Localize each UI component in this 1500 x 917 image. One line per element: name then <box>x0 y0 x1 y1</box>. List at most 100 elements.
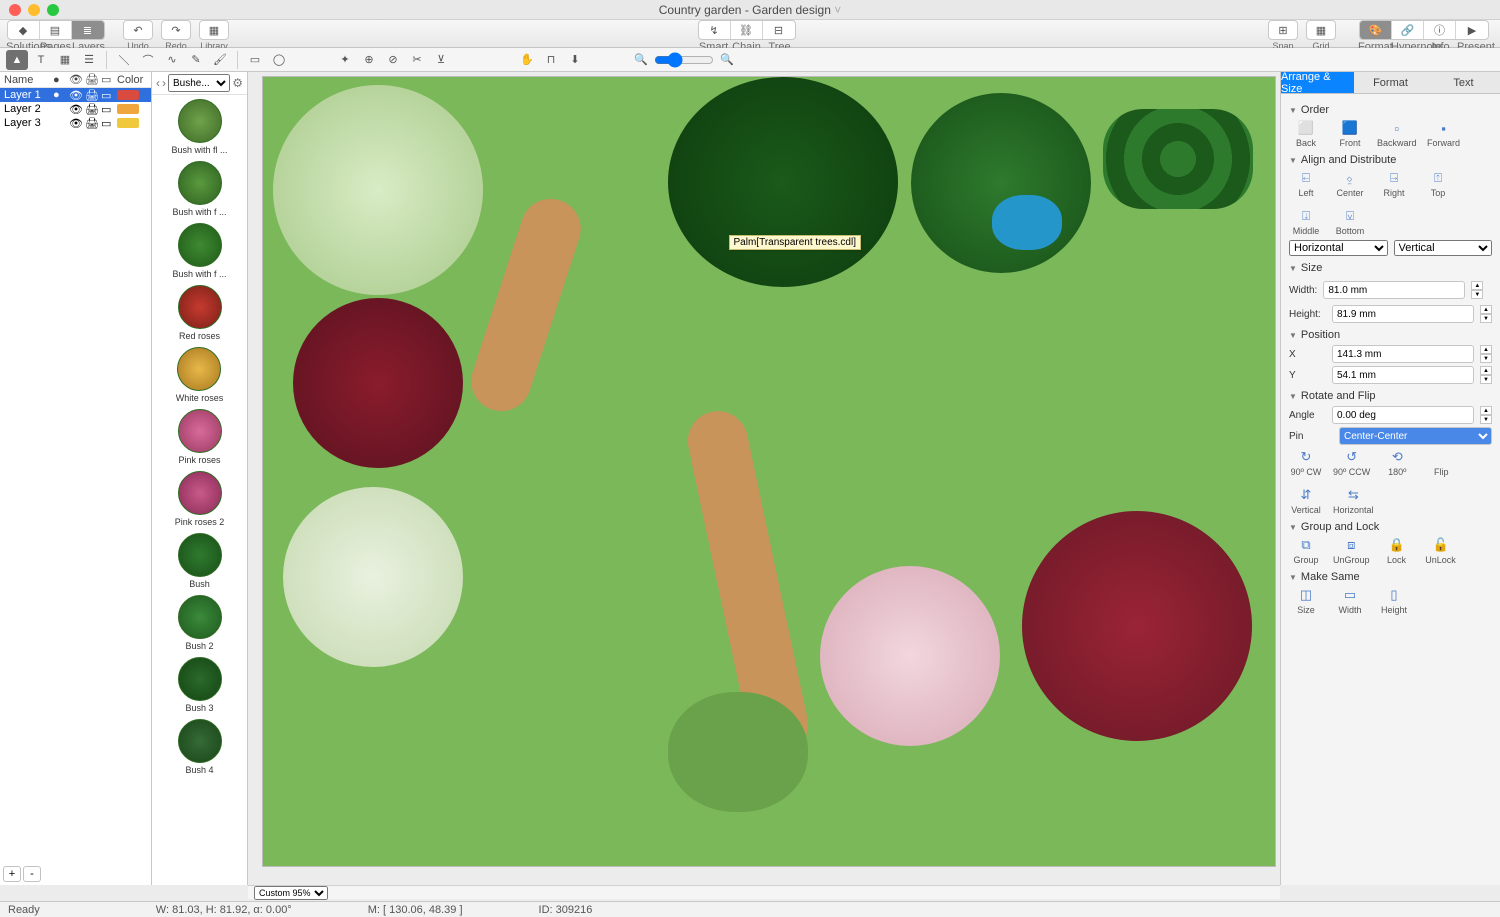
order-section[interactable]: Order <box>1289 104 1492 116</box>
format-button[interactable]: 🎨 <box>1360 21 1392 39</box>
library-item-3[interactable]: Red roses <box>178 285 222 341</box>
line-tool[interactable]: ＼ <box>113 50 135 70</box>
zoom-out[interactable]: 🔍 <box>630 50 652 70</box>
spline-tool[interactable]: ∿ <box>161 50 183 70</box>
tab-arrange[interactable]: Arrange & Size <box>1281 72 1354 94</box>
layer-active-icon[interactable]: ● <box>53 89 69 101</box>
height-up[interactable]: ▲ <box>1480 305 1492 314</box>
info-button[interactable]: ⓘ <box>1424 21 1456 39</box>
layer-color[interactable] <box>117 90 139 100</box>
canvas-viewport[interactable]: Palm[Transparent trees.cdl] <box>248 72 1280 885</box>
align-middle[interactable]: ⍗Middle <box>1289 208 1323 236</box>
grid-button[interactable]: ▦ <box>1306 20 1336 40</box>
lock-btn[interactable]: 🔒Lock <box>1380 537 1414 565</box>
table-tool[interactable]: ▦ <box>54 50 76 70</box>
library-list[interactable]: Bush with fl ...Bush with f ...Bush with… <box>152 95 247 885</box>
undo-button[interactable]: ↶ <box>123 20 153 40</box>
size-section[interactable]: Size <box>1289 262 1492 274</box>
chain-button[interactable]: ⛓ <box>731 21 763 39</box>
library-item-5[interactable]: Pink roses <box>178 409 222 465</box>
tree-button[interactable]: ⊟ <box>763 21 795 39</box>
lib-fwd[interactable]: › <box>162 76 166 90</box>
library-button[interactable]: ▦ <box>199 20 229 40</box>
rot-180[interactable]: ⟲180º <box>1380 449 1414 477</box>
layer-lock-icon[interactable]: ▭ <box>101 117 117 130</box>
height-input[interactable] <box>1332 305 1474 323</box>
tab-text[interactable]: Text <box>1427 72 1500 94</box>
edit-tool[interactable]: ✦ <box>334 50 356 70</box>
align-top[interactable]: ⍐Top <box>1421 170 1455 198</box>
lock-prop[interactable] <box>1489 281 1500 299</box>
group-btn[interactable]: ⧉Group <box>1289 537 1323 565</box>
brush-tool[interactable]: 🖌 <box>209 50 231 70</box>
layer-print-icon[interactable]: 🖨 <box>85 103 101 116</box>
width-down[interactable]: ▼ <box>1471 290 1483 299</box>
redo-button[interactable]: ↷ <box>161 20 191 40</box>
same-width[interactable]: ▭Width <box>1333 587 1367 615</box>
library-item-1[interactable]: Bush with f ... <box>172 161 226 217</box>
layer-print-icon[interactable]: 🖨 <box>85 89 101 102</box>
layer-visible-icon[interactable]: 👁 <box>69 103 85 116</box>
red-tree-1[interactable] <box>293 298 463 468</box>
group-section[interactable]: Group and Lock <box>1289 521 1492 533</box>
align-left[interactable]: ⍇Left <box>1289 170 1323 198</box>
x-down[interactable]: ▼ <box>1480 354 1492 363</box>
lib-back[interactable]: ‹ <box>156 76 160 90</box>
align-right[interactable]: ⍈Right <box>1377 170 1411 198</box>
y-input[interactable] <box>1332 366 1474 384</box>
angle-up[interactable]: ▲ <box>1480 406 1492 415</box>
layer-color[interactable] <box>117 104 139 114</box>
pink-tree[interactable] <box>820 566 1000 746</box>
whitefoliage-tree[interactable] <box>273 85 483 295</box>
layers-button[interactable]: ≣ <box>72 21 104 39</box>
snap-button[interactable]: ⊞ <box>1268 20 1298 40</box>
align-section[interactable]: Align and Distribute <box>1289 154 1492 166</box>
zoom-in[interactable]: 🔍 <box>716 50 738 70</box>
library-item-10[interactable]: Bush 4 <box>178 719 222 775</box>
select-tool[interactable]: ▲ <box>6 50 28 70</box>
detach-tool[interactable]: ⊘ <box>382 50 404 70</box>
layer-row-1[interactable]: Layer 2 👁 🖨 ▭ <box>0 102 151 116</box>
pan-tool[interactable]: ✋ <box>516 50 538 70</box>
layer-print-icon[interactable]: 🖨 <box>85 117 101 130</box>
align-bottom[interactable]: ⍌Bottom <box>1333 208 1367 236</box>
path-1[interactable] <box>463 191 588 419</box>
stamp-tool[interactable]: ⊓ <box>540 50 562 70</box>
library-item-9[interactable]: Bush 3 <box>178 657 222 713</box>
join-tool[interactable]: ⊻ <box>430 50 452 70</box>
x-up[interactable]: ▲ <box>1480 345 1492 354</box>
layer-row-0[interactable]: Layer 1 ● 👁 🖨 ▭ <box>0 88 151 102</box>
library-item-0[interactable]: Bush with fl ... <box>171 99 227 155</box>
pencil-tool[interactable]: ✎ <box>185 50 207 70</box>
pages-button[interactable]: ▤ <box>40 21 72 39</box>
text-tool[interactable]: T <box>30 50 52 70</box>
layer-lock-icon[interactable]: ▭ <box>101 89 117 102</box>
height-down[interactable]: ▼ <box>1480 314 1492 323</box>
layer-lock-icon[interactable]: ▭ <box>101 103 117 116</box>
rot-ccw[interactable]: ↺90º CCW <box>1333 449 1370 477</box>
align-center[interactable]: ⍚Center <box>1333 170 1367 198</box>
zoom-select[interactable]: Custom 95% <box>254 886 328 900</box>
y-up[interactable]: ▲ <box>1480 366 1492 375</box>
pond[interactable] <box>992 195 1062 250</box>
dark-tree[interactable] <box>668 77 898 287</box>
hypernote-button[interactable]: 🔗 <box>1392 21 1424 39</box>
pin-select[interactable]: Center-Center <box>1339 427 1492 445</box>
cut-tool[interactable]: ✂ <box>406 50 428 70</box>
unlock-btn[interactable]: 🔓UnLock <box>1424 537 1458 565</box>
order-front[interactable]: 🟦Front <box>1333 120 1367 148</box>
layer-add[interactable]: + <box>3 866 21 882</box>
whitefoliage-tree-2[interactable] <box>283 487 463 667</box>
angle-down[interactable]: ▼ <box>1480 415 1492 424</box>
red-tree-2[interactable] <box>1022 511 1252 741</box>
canvas[interactable]: Palm[Transparent trees.cdl] <box>262 76 1276 867</box>
drop-tool[interactable]: ⬇ <box>564 50 586 70</box>
flip-h[interactable]: ⇆Horizontal <box>1333 487 1374 515</box>
arc-tool[interactable]: ⌒ <box>137 50 159 70</box>
layer-remove[interactable]: - <box>23 866 41 882</box>
dist-v[interactable]: Vertical <box>1394 240 1493 256</box>
hedge[interactable] <box>1103 109 1253 209</box>
width-input[interactable] <box>1323 281 1465 299</box>
position-section[interactable]: Position <box>1289 329 1492 341</box>
solutions-button[interactable]: ◆ <box>8 21 40 39</box>
